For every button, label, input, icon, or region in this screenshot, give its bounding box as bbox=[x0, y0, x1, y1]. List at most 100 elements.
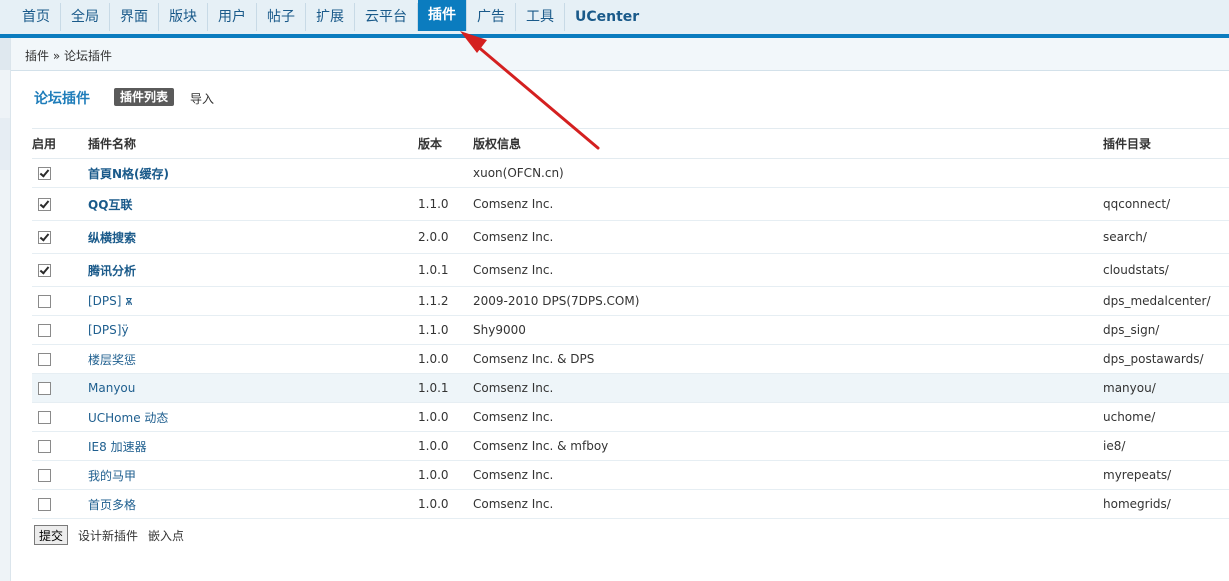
cell-enabled bbox=[32, 158, 88, 188]
nav-item-ads[interactable]: 广告 bbox=[467, 3, 516, 31]
nav-item-cloud[interactable]: 云平台 bbox=[355, 3, 418, 31]
plugin-name-link[interactable]: 纵横搜索 bbox=[88, 231, 136, 245]
nav-item-global[interactable]: 全局 bbox=[61, 3, 110, 31]
table-row: 首頁N格(缓存) xuon(OFCN.cn) bbox=[32, 158, 1229, 188]
cell-plugin-name: 腾讯分析 bbox=[88, 253, 418, 287]
cell-copyright: 2009-2010 DPS(7DPS.COM) bbox=[473, 286, 1103, 316]
header-directory: 插件目录 bbox=[1103, 128, 1229, 159]
plugin-name-link[interactable]: [DPS] ѫ bbox=[88, 294, 133, 308]
cell-version: 1.0.0 bbox=[418, 344, 473, 374]
cell-directory: myrepeats/ bbox=[1103, 460, 1229, 490]
cell-directory: qqconnect/ bbox=[1103, 187, 1229, 221]
cell-plugin-name: [DPS]ÿ bbox=[88, 315, 418, 345]
enable-checkbox[interactable] bbox=[38, 231, 51, 244]
cell-version: 1.0.0 bbox=[418, 431, 473, 461]
breadcrumb: 插件 » 论坛插件 bbox=[11, 38, 1229, 71]
tab-plugin-list[interactable]: 插件列表 bbox=[114, 88, 175, 106]
cell-plugin-name: 首頁N格(缓存) bbox=[88, 158, 418, 188]
plugin-name-link[interactable]: 楼层奖惩 bbox=[88, 353, 136, 367]
cell-copyright: Comsenz Inc. & mfboy bbox=[473, 431, 1103, 461]
cell-plugin-name: UCHome 动态 bbox=[88, 402, 418, 432]
plugin-name-link[interactable]: UCHome 动态 bbox=[88, 411, 168, 425]
plugin-name-link[interactable]: IE8 加速器 bbox=[88, 440, 147, 454]
plugin-name-link[interactable]: 首頁N格(缓存) bbox=[88, 167, 169, 181]
nav-item-ucenter[interactable]: UCenter bbox=[565, 3, 649, 31]
cell-directory: dps_medalcenter/ bbox=[1103, 286, 1229, 316]
plugin-name-link[interactable]: QQ互联 bbox=[88, 198, 132, 212]
cell-enabled bbox=[32, 220, 88, 254]
header-version: 版本 bbox=[418, 128, 473, 159]
cell-copyright: Comsenz Inc. & DPS bbox=[473, 344, 1103, 374]
enable-checkbox[interactable] bbox=[38, 498, 51, 511]
cell-version: 1.1.2 bbox=[418, 286, 473, 316]
table-row: QQ互联 1.1.0 Comsenz Inc. qqconnect/ bbox=[32, 187, 1229, 221]
tab-import[interactable]: 导入 bbox=[190, 90, 214, 107]
enable-checkbox[interactable] bbox=[38, 411, 51, 424]
nav-item-plugins[interactable]: 插件 bbox=[418, 0, 467, 31]
enable-checkbox[interactable] bbox=[38, 198, 51, 211]
hooks-link[interactable]: 嵌入点 bbox=[148, 527, 184, 544]
enable-checkbox[interactable] bbox=[38, 353, 51, 366]
cell-directory: dps_sign/ bbox=[1103, 315, 1229, 345]
cell-version: 1.0.1 bbox=[418, 253, 473, 287]
cell-copyright: Comsenz Inc. bbox=[473, 460, 1103, 490]
cell-version: 2.0.0 bbox=[418, 220, 473, 254]
cell-copyright: Comsenz Inc. bbox=[473, 187, 1103, 221]
nav-item-users[interactable]: 用户 bbox=[208, 3, 257, 31]
nav-item-forums[interactable]: 版块 bbox=[159, 3, 208, 31]
enable-checkbox[interactable] bbox=[38, 324, 51, 337]
cell-enabled bbox=[32, 187, 88, 221]
table-header-row: 启用 插件名称 版本 版权信息 插件目录 bbox=[32, 128, 1229, 159]
nav-item-extensions[interactable]: 扩展 bbox=[306, 3, 355, 31]
table-row: UCHome 动态 1.0.0 Comsenz Inc. uchome/ bbox=[32, 402, 1229, 432]
table-footer: 提交 设计新插件 嵌入点 bbox=[34, 525, 184, 545]
cell-copyright: xuon(OFCN.cn) bbox=[473, 158, 1103, 188]
plugin-table: 启用 插件名称 版本 版权信息 插件目录 首頁N格(缓存) xuon(OFCN.c… bbox=[32, 128, 1229, 519]
cell-directory bbox=[1103, 158, 1229, 188]
cell-enabled bbox=[32, 431, 88, 461]
nav-item-interface[interactable]: 界面 bbox=[110, 3, 159, 31]
cell-copyright: Comsenz Inc. bbox=[473, 253, 1103, 287]
header-enabled: 启用 bbox=[32, 128, 88, 159]
breadcrumb-text: 插件 » 论坛插件 bbox=[25, 49, 112, 63]
enable-checkbox[interactable] bbox=[38, 440, 51, 453]
cell-enabled bbox=[32, 286, 88, 316]
enable-checkbox[interactable] bbox=[38, 295, 51, 308]
plugin-name-link[interactable]: 我的马甲 bbox=[88, 469, 136, 483]
design-new-plugin-link[interactable]: 设计新插件 bbox=[78, 527, 138, 544]
section-title: 论坛插件 bbox=[34, 91, 90, 107]
cell-directory: cloudstats/ bbox=[1103, 253, 1229, 287]
cell-version: 1.0.0 bbox=[418, 460, 473, 490]
enable-checkbox[interactable] bbox=[38, 469, 51, 482]
table-row: 腾讯分析 1.0.1 Comsenz Inc. cloudstats/ bbox=[32, 253, 1229, 287]
cell-directory: manyou/ bbox=[1103, 373, 1229, 403]
top-navigation: 首页 全局 界面 版块 用户 帖子 扩展 云平台 插件 广告 工具 UCenter bbox=[0, 0, 1229, 35]
left-sidebar-strip bbox=[0, 38, 11, 581]
plugin-name-link[interactable]: 腾讯分析 bbox=[88, 264, 136, 278]
cell-enabled bbox=[32, 373, 88, 403]
cell-version: 1.1.0 bbox=[418, 315, 473, 345]
cell-directory: ie8/ bbox=[1103, 431, 1229, 461]
plugin-name-link[interactable]: Manyou bbox=[88, 381, 135, 395]
cell-enabled bbox=[32, 253, 88, 287]
enable-checkbox[interactable] bbox=[38, 167, 51, 180]
cell-plugin-name: 首页多格 bbox=[88, 489, 418, 519]
cell-plugin-name: QQ互联 bbox=[88, 187, 418, 221]
plugin-name-link[interactable]: 首页多格 bbox=[88, 498, 136, 512]
cell-version: 1.0.0 bbox=[418, 489, 473, 519]
nav-item-threads[interactable]: 帖子 bbox=[257, 3, 306, 31]
cell-version bbox=[418, 158, 473, 188]
left-strip-block bbox=[0, 118, 10, 170]
cell-copyright: Comsenz Inc. bbox=[473, 489, 1103, 519]
nav-item-tools[interactable]: 工具 bbox=[516, 3, 565, 31]
enable-checkbox[interactable] bbox=[38, 382, 51, 395]
cell-plugin-name: 我的马甲 bbox=[88, 460, 418, 490]
submit-button[interactable]: 提交 bbox=[34, 525, 69, 545]
enable-checkbox[interactable] bbox=[38, 264, 51, 277]
cell-enabled bbox=[32, 402, 88, 432]
table-row: 楼层奖惩 1.0.0 Comsenz Inc. & DPS dps_postaward… bbox=[32, 344, 1229, 374]
plugin-name-link[interactable]: [DPS]ÿ bbox=[88, 323, 129, 337]
nav-item-home[interactable]: 首页 bbox=[12, 3, 61, 31]
table-row: 首页多格 1.0.0 Comsenz Inc. homegrids/ bbox=[32, 489, 1229, 519]
cell-enabled bbox=[32, 460, 88, 490]
